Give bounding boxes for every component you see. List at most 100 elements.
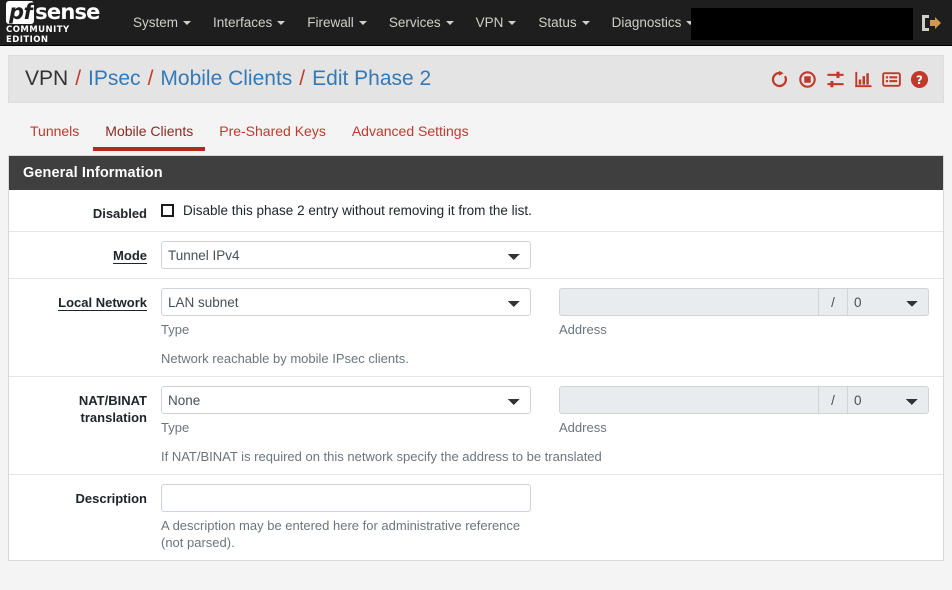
- breadcrumb-link-mobile-clients[interactable]: Mobile Clients: [160, 67, 292, 91]
- chevron-down-icon: [183, 20, 192, 25]
- tab-pre-shared-keys[interactable]: Pre-Shared Keys: [207, 119, 338, 151]
- breadcrumb-separator: /: [147, 67, 154, 90]
- panel-title: General Information: [9, 156, 943, 190]
- disabled-checkbox-wrap[interactable]: Disable this phase 2 entry without remov…: [161, 199, 929, 218]
- form-row-disabled: Disabled Disable this phase 2 entry with…: [9, 190, 943, 232]
- nav-menu-firewall-label: Firewall: [307, 15, 354, 30]
- nat-binat-note: If NAT/BINAT is required on this network…: [161, 449, 602, 464]
- label-local-network-text: Local Network: [58, 295, 147, 311]
- field-disabled: Disable this phase 2 entry without remov…: [161, 199, 943, 218]
- chevron-down-icon: [581, 20, 590, 25]
- nav-menu-firewall[interactable]: Firewall: [296, 0, 378, 45]
- sliders-icon[interactable]: [826, 70, 845, 89]
- top-navbar: pf sense COMMUNITY EDITION System Interf…: [0, 0, 952, 46]
- breadcrumb-link-edit-phase-2[interactable]: Edit Phase 2: [312, 67, 431, 91]
- nav-menu-diagnostics-label: Diagnostics: [611, 15, 682, 30]
- log-list-icon[interactable]: [882, 70, 901, 89]
- nat-binat-address-group: / 0: [559, 386, 929, 414]
- form-row-description: Description A description may be entered…: [9, 475, 943, 560]
- chevron-down-icon: [277, 20, 286, 25]
- chevron-down-icon: [445, 20, 454, 25]
- description-note: A description may be entered here for ad…: [161, 518, 521, 550]
- chevron-down-icon: [358, 20, 367, 25]
- logo-edition-text: COMMUNITY EDITION: [6, 24, 70, 45]
- local-network-prefix-select[interactable]: 0: [847, 288, 929, 316]
- local-network-address-wrap: / 0 Address: [559, 288, 929, 338]
- label-mode: Mode: [9, 241, 161, 264]
- label-description: Description: [75, 491, 147, 506]
- breadcrumb-bar: VPN / IPsec / Mobile Clients / Edit Phas…: [8, 55, 944, 103]
- local-network-slash-addon: /: [819, 288, 847, 316]
- local-network-address-input[interactable]: [559, 288, 819, 316]
- nat-binat-type-select[interactable]: None: [161, 386, 531, 414]
- sign-out-icon[interactable]: [920, 13, 942, 33]
- help-circle-icon[interactable]: ?: [910, 70, 929, 89]
- nat-binat-address-input[interactable]: [559, 386, 819, 414]
- form-row-local-network: Local Network LAN subnet Type / 0 Addres…: [9, 279, 943, 377]
- tab-mobile-clients-label: Mobile Clients: [105, 123, 194, 139]
- field-description: A description may be entered here for ad…: [161, 484, 943, 551]
- breadcrumb-separator: /: [75, 67, 82, 90]
- nat-binat-address-help: Address: [559, 420, 607, 435]
- redacted-navbar-region: [691, 8, 913, 40]
- nav-menu-interfaces[interactable]: Interfaces: [202, 0, 296, 45]
- logo-pf-badge: pf: [6, 0, 35, 24]
- local-network-type-wrap: LAN subnet Type: [161, 288, 531, 338]
- breadcrumb-root: VPN: [25, 67, 69, 90]
- form-row-nat-binat: NAT/BINAT translation None Type / 0 Addr…: [9, 377, 943, 475]
- tab-tunnels[interactable]: Tunnels: [18, 119, 91, 151]
- nav-menu-diagnostics[interactable]: Diagnostics: [601, 0, 706, 45]
- local-network-note: Network reachable by mobile IPsec client…: [161, 351, 409, 366]
- nav-menu-system-label: System: [133, 15, 179, 30]
- mode-select-wrap: Tunnel IPv4: [161, 241, 531, 269]
- logo-sense-text: sense: [35, 0, 100, 24]
- tab-mobile-clients[interactable]: Mobile Clients: [93, 119, 206, 151]
- breadcrumb-link-ipsec[interactable]: IPsec: [88, 67, 141, 91]
- general-information-panel: General Information Disabled Disable thi…: [8, 155, 944, 561]
- nav-menu-services[interactable]: Services: [378, 0, 465, 45]
- disabled-checkbox[interactable]: [161, 204, 174, 217]
- navbar-menu-list: System Interfaces Firewall Services VPN …: [122, 0, 705, 45]
- breadcrumb: VPN / IPsec / Mobile Clients / Edit Phas…: [25, 67, 431, 91]
- field-local-network: LAN subnet Type / 0 Address Network reac…: [161, 288, 943, 367]
- nat-binat-slash-addon: /: [819, 386, 847, 414]
- mode-select[interactable]: Tunnel IPv4: [161, 241, 531, 269]
- tab-advanced-settings-label: Advanced Settings: [351, 123, 469, 139]
- bar-chart-icon[interactable]: [854, 70, 873, 89]
- description-input[interactable]: [161, 484, 531, 512]
- local-network-type-help: Type: [161, 322, 190, 337]
- nav-menu-vpn-label: VPN: [475, 15, 504, 30]
- nav-menu-vpn[interactable]: VPN: [465, 0, 528, 45]
- label-local-network: Local Network: [9, 288, 161, 311]
- pfsense-logo[interactable]: pf sense COMMUNITY EDITION: [4, 0, 108, 45]
- refresh-icon[interactable]: [770, 70, 789, 89]
- local-network-address-help: Address: [559, 322, 607, 337]
- nat-binat-address-wrap: / 0 Address: [559, 386, 929, 436]
- label-disabled: Disabled: [92, 206, 147, 221]
- breadcrumb-action-icons: ?: [770, 70, 929, 89]
- stop-record-icon[interactable]: [798, 70, 817, 89]
- label-nat-binat: NAT/BINAT translation: [78, 393, 147, 425]
- nat-binat-type-wrap: None Type: [161, 386, 531, 436]
- nat-binat-type-help: Type: [161, 420, 190, 435]
- label-mode-text: Mode: [113, 248, 147, 264]
- tab-advanced-settings[interactable]: Advanced Settings: [340, 119, 481, 151]
- disabled-checkbox-label: Disable this phase 2 entry without remov…: [183, 203, 532, 218]
- tab-tunnels-label: Tunnels: [30, 123, 80, 139]
- description-input-wrap: A description may be entered here for ad…: [161, 484, 531, 551]
- breadcrumb-separator: /: [299, 67, 306, 90]
- nav-menu-status[interactable]: Status: [527, 0, 600, 45]
- form-row-mode: Mode Tunnel IPv4: [9, 232, 943, 279]
- logo-wordmark: pf sense: [6, 0, 108, 24]
- nav-menu-services-label: Services: [388, 15, 441, 30]
- tab-pre-shared-keys-label: Pre-Shared Keys: [219, 123, 326, 139]
- svg-text:?: ?: [916, 72, 923, 86]
- local-network-type-select[interactable]: LAN subnet: [161, 288, 531, 316]
- field-nat-binat: None Type / 0 Address If NAT/BINAT is re…: [161, 386, 943, 465]
- tab-bar: Tunnels Mobile Clients Pre-Shared Keys A…: [8, 103, 944, 151]
- nav-menu-interfaces-label: Interfaces: [213, 15, 273, 30]
- field-mode: Tunnel IPv4: [161, 241, 943, 269]
- nav-menu-system[interactable]: System: [122, 0, 202, 45]
- nat-binat-prefix-select[interactable]: 0: [847, 386, 929, 414]
- local-network-address-group: / 0: [559, 288, 929, 316]
